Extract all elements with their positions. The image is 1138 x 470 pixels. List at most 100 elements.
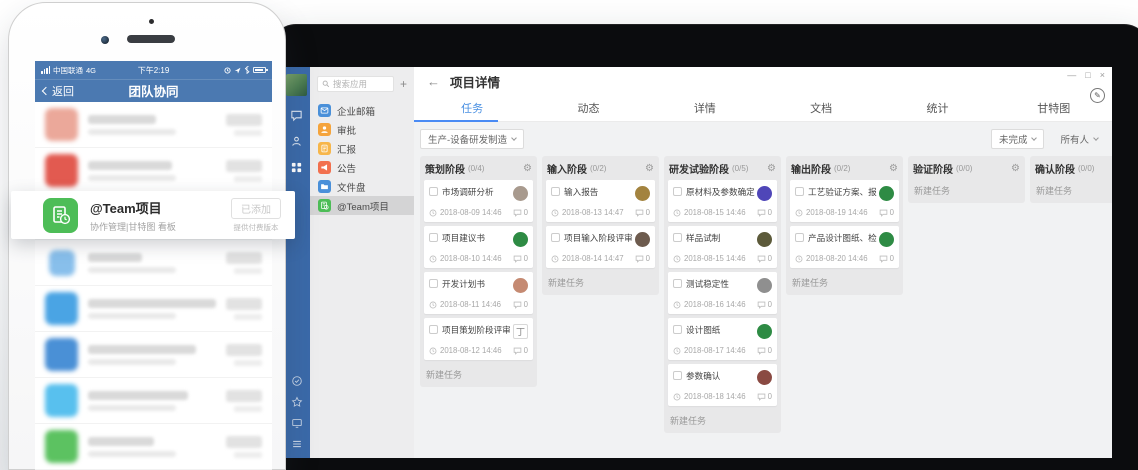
new-task-button[interactable]: 新建任务 — [790, 272, 899, 293]
task-card[interactable]: 工艺验证方案、报告2018-08-19 14:460 — [790, 180, 899, 222]
column-settings-icon[interactable]: ⚙ — [523, 164, 532, 174]
apps-grid-icon[interactable] — [290, 161, 303, 174]
close-button[interactable]: × — [1100, 70, 1105, 80]
new-task-button[interactable]: 新建任务 — [546, 272, 655, 293]
column-settings-icon[interactable]: ⚙ — [645, 164, 654, 174]
sidebar-app-item[interactable]: 汇报 — [310, 139, 414, 158]
task-card[interactable]: 输入报告2018-08-13 14:470 — [546, 180, 655, 222]
sidebar-app-item[interactable]: 企业邮箱 — [310, 101, 414, 120]
task-card[interactable]: 项目策划阶段评审丁2018-08-12 14:460 — [424, 318, 533, 360]
blurred-text — [88, 437, 218, 457]
task-card[interactable]: 设计图纸2018-08-17 14:460 — [668, 318, 777, 360]
group-filter-dropdown[interactable]: 生产-设备研发制造 — [420, 129, 524, 149]
comment-count: 0 — [768, 346, 772, 355]
task-title: 项目建议书 — [442, 232, 511, 244]
task-title: 设计图纸 — [686, 324, 755, 336]
task-date: 2018-08-16 14:46 — [684, 300, 746, 309]
task-checkbox[interactable] — [551, 233, 560, 242]
stage: 搜索应用 + 企业邮箱审批汇报公告文件盘@Team项目 — □ × ✎ ← 项目… — [0, 0, 1138, 470]
task-card[interactable]: 原材料及参数确定2018-08-15 14:460 — [668, 180, 777, 222]
sidebar-app-item[interactable]: 公告 — [310, 158, 414, 177]
tab-3[interactable]: 详情 — [647, 95, 763, 121]
back-button[interactable]: 返回 — [43, 83, 74, 99]
comment-count: 0 — [768, 208, 772, 217]
list-item[interactable] — [35, 148, 272, 194]
column-count: (0/4) — [468, 164, 484, 173]
user-avatar[interactable] — [286, 74, 307, 96]
list-item[interactable] — [35, 240, 272, 286]
tab-4[interactable]: 文档 — [763, 95, 879, 121]
task-card[interactable]: 测试稳定性2018-08-16 14:460 — [668, 272, 777, 314]
task-checkbox[interactable] — [673, 371, 682, 380]
task-card[interactable]: 开发计划书2018-08-11 14:460 — [424, 272, 533, 314]
task-checkbox[interactable] — [429, 325, 438, 334]
blurred-text — [88, 161, 218, 181]
new-task-button[interactable]: 新建任务 — [1034, 180, 1112, 201]
task-checkbox[interactable] — [429, 187, 438, 196]
new-task-button[interactable]: 新建任务 — [424, 364, 533, 385]
sidebar-app-item[interactable]: 文件盘 — [310, 177, 414, 196]
task-card[interactable]: 参数确认2018-08-18 14:460 — [668, 364, 777, 406]
feature-card[interactable]: @Team项目 协作管理|甘特图 看板 已添加 提供付费版本 — [11, 191, 295, 239]
tab-5[interactable]: 统计 — [879, 95, 995, 121]
add-app-button[interactable]: + — [400, 78, 407, 90]
assignee-filter-dropdown[interactable]: 所有人 — [1052, 129, 1106, 149]
maximize-button[interactable]: □ — [1085, 70, 1090, 80]
status-filter-dropdown[interactable]: 未完成 — [991, 129, 1045, 149]
back-arrow-icon[interactable]: ← — [427, 74, 440, 89]
column-settings-icon[interactable]: ⚙ — [1011, 164, 1020, 174]
list-item[interactable] — [35, 102, 272, 148]
app-list: 企业邮箱审批汇报公告文件盘@Team项目 — [310, 101, 414, 215]
task-checkbox[interactable] — [795, 187, 804, 196]
comment-count: 0 — [646, 254, 650, 263]
task-checkbox[interactable] — [551, 187, 560, 196]
comment-icon — [757, 209, 766, 217]
added-button[interactable]: 已添加 — [231, 198, 281, 219]
task-card[interactable]: 样品试制2018-08-15 14:460 — [668, 226, 777, 268]
task-checkbox[interactable] — [429, 279, 438, 288]
task-card[interactable]: 市场调研分析2018-08-09 14:460 — [424, 180, 533, 222]
column-settings-icon[interactable]: ⚙ — [767, 164, 776, 174]
search-input[interactable]: 搜索应用 — [317, 76, 394, 92]
menu-icon[interactable] — [291, 438, 303, 450]
task-checkbox[interactable] — [673, 279, 682, 288]
comment-count: 0 — [524, 300, 528, 309]
task-checkbox[interactable] — [795, 233, 804, 242]
sidebar-app-item[interactable]: 审批 — [310, 120, 414, 139]
tab-1[interactable]: 任务 — [414, 95, 530, 121]
task-card[interactable]: 产品设计图纸、检验规程2018-08-20 14:460 — [790, 226, 899, 268]
task-date: 2018-08-12 14:46 — [440, 346, 502, 355]
column-settings-icon[interactable]: ⚙ — [889, 164, 898, 174]
todo-check-icon[interactable] — [291, 375, 303, 387]
star-icon[interactable] — [291, 396, 303, 408]
list-item[interactable] — [35, 424, 272, 470]
task-title: 开发计划书 — [442, 278, 511, 290]
search-placeholder: 搜索应用 — [333, 78, 367, 90]
battery-icon — [253, 67, 266, 73]
chat-icon[interactable] — [290, 109, 303, 122]
new-task-button[interactable]: 新建任务 — [912, 180, 1021, 201]
task-checkbox[interactable] — [673, 233, 682, 242]
contacts-icon[interactable] — [290, 135, 303, 148]
task-title: 测试稳定性 — [686, 278, 755, 290]
app-store-list — [35, 102, 272, 470]
assignee-avatar — [757, 232, 772, 247]
task-checkbox[interactable] — [673, 325, 682, 334]
task-card[interactable]: 项目建议书2018-08-10 14:460 — [424, 226, 533, 268]
assignee-avatar: 丁 — [513, 324, 528, 339]
column-title: 研发试验阶段 — [669, 161, 729, 176]
chevron-down-icon — [511, 135, 517, 141]
list-item[interactable] — [35, 286, 272, 332]
list-item[interactable] — [35, 378, 272, 424]
kanban-column: 确认阶段(0/0)新建任务 — [1030, 156, 1112, 203]
new-task-button[interactable]: 新建任务 — [668, 410, 777, 431]
list-item[interactable] — [35, 332, 272, 378]
sidebar-app-item[interactable]: @Team项目 — [310, 196, 414, 215]
task-card[interactable]: 项目输入阶段评审2018-08-14 14:470 — [546, 226, 655, 268]
task-checkbox[interactable] — [429, 233, 438, 242]
screen-share-icon[interactable] — [291, 417, 303, 429]
minimize-button[interactable]: — — [1067, 70, 1076, 80]
tab-2[interactable]: 动态 — [530, 95, 646, 121]
edit-icon[interactable]: ✎ — [1090, 88, 1105, 103]
task-checkbox[interactable] — [673, 187, 682, 196]
